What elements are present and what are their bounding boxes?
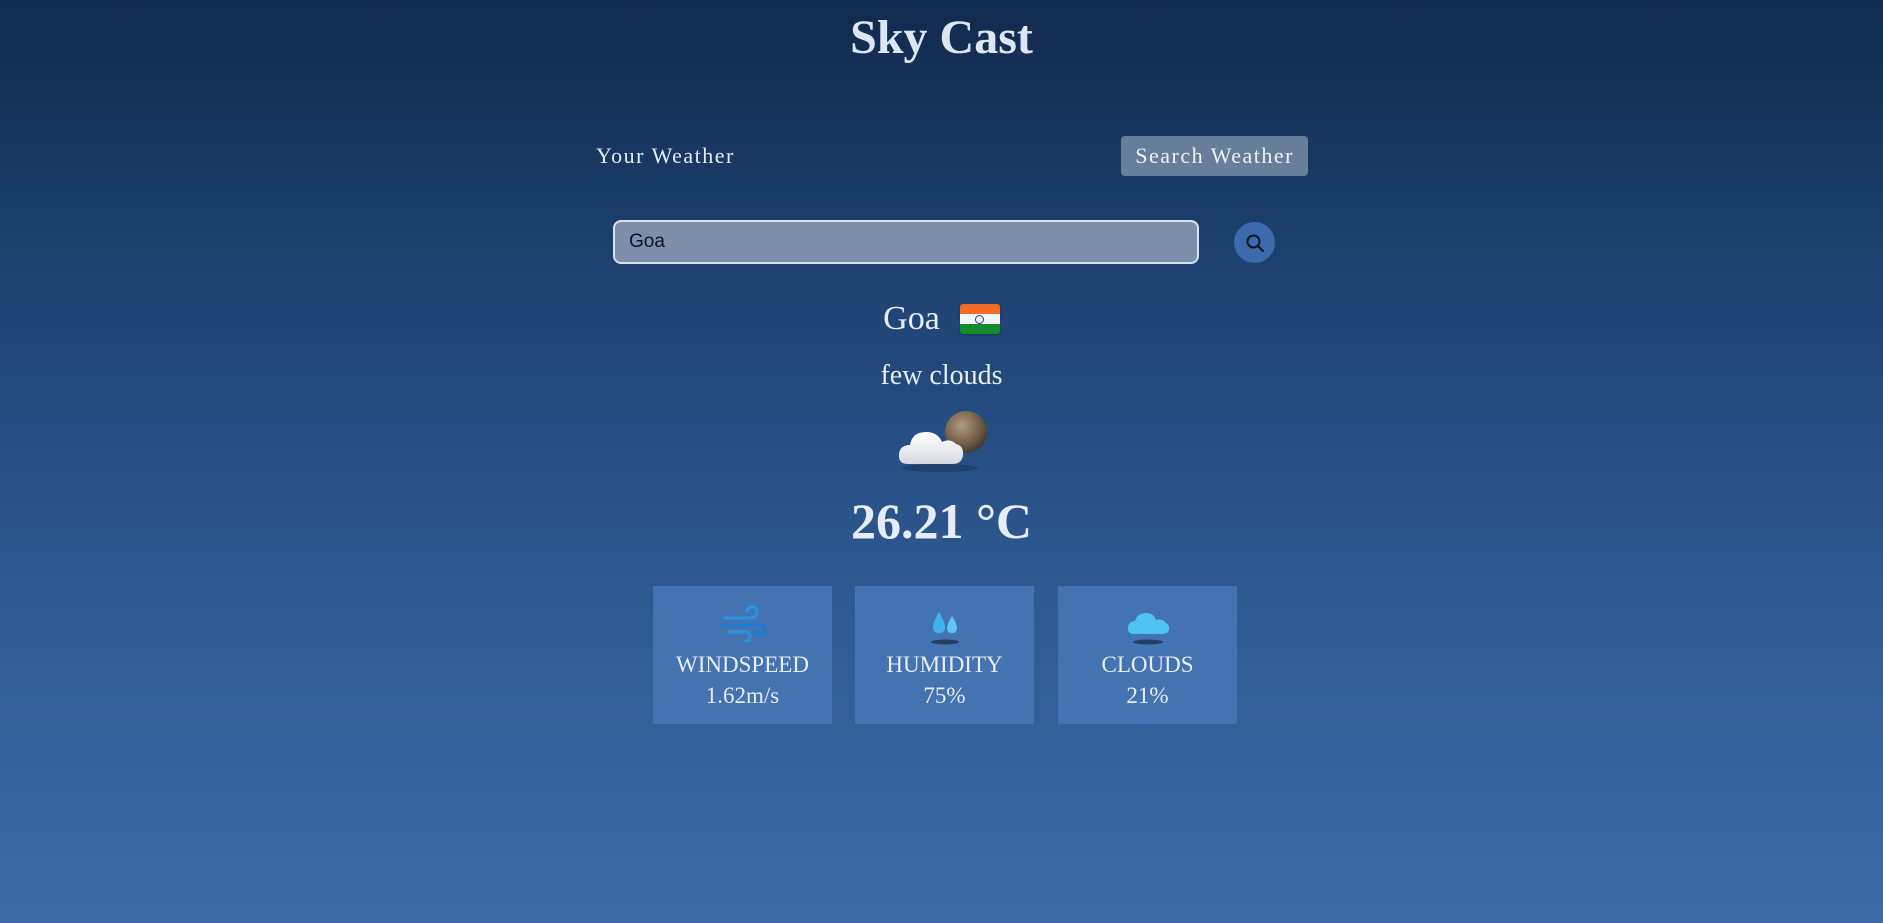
humidity-drops-icon bbox=[930, 612, 959, 645]
search-input[interactable] bbox=[613, 220, 1199, 264]
location: Goa bbox=[0, 296, 1883, 342]
city-name: Goa bbox=[883, 300, 940, 337]
search-icon bbox=[1246, 234, 1264, 252]
stat-value: 75% bbox=[923, 683, 966, 708]
cloud-icon bbox=[1127, 613, 1169, 645]
stat-card-clouds: CLOUDS 21% bbox=[1058, 586, 1237, 724]
tab-your-weather[interactable]: Your Weather bbox=[596, 136, 735, 176]
search-button[interactable] bbox=[1234, 222, 1275, 263]
temperature: 26.21 °C bbox=[850, 493, 1033, 549]
india-flag-icon bbox=[959, 304, 1000, 334]
wind-icon bbox=[720, 605, 767, 643]
stat-label: HUMIDITY bbox=[886, 652, 1003, 677]
app-title: Sky Cast bbox=[850, 11, 1033, 64]
stat-card-humidity: HUMIDITY 75% bbox=[855, 586, 1034, 724]
tab-search-weather[interactable]: Search Weather bbox=[1121, 136, 1308, 176]
stat-value: 21% bbox=[1126, 683, 1169, 708]
stat-label: WINDSPEED bbox=[676, 652, 809, 677]
stat-value: 1.62m/s bbox=[705, 683, 780, 708]
weather-stats: WINDSPEED 1.62m/s HUMIDITY 75% CLOUDS 21… bbox=[653, 586, 1237, 724]
search-form bbox=[613, 220, 1276, 264]
tab-bar: Your Weather Search Weather bbox=[580, 136, 1308, 178]
stat-label: CLOUDS bbox=[1101, 652, 1194, 677]
weather-description: few clouds bbox=[880, 360, 1003, 391]
stat-card-windspeed: WINDSPEED 1.62m/s bbox=[653, 586, 832, 724]
cloud-moon-icon bbox=[898, 411, 987, 472]
